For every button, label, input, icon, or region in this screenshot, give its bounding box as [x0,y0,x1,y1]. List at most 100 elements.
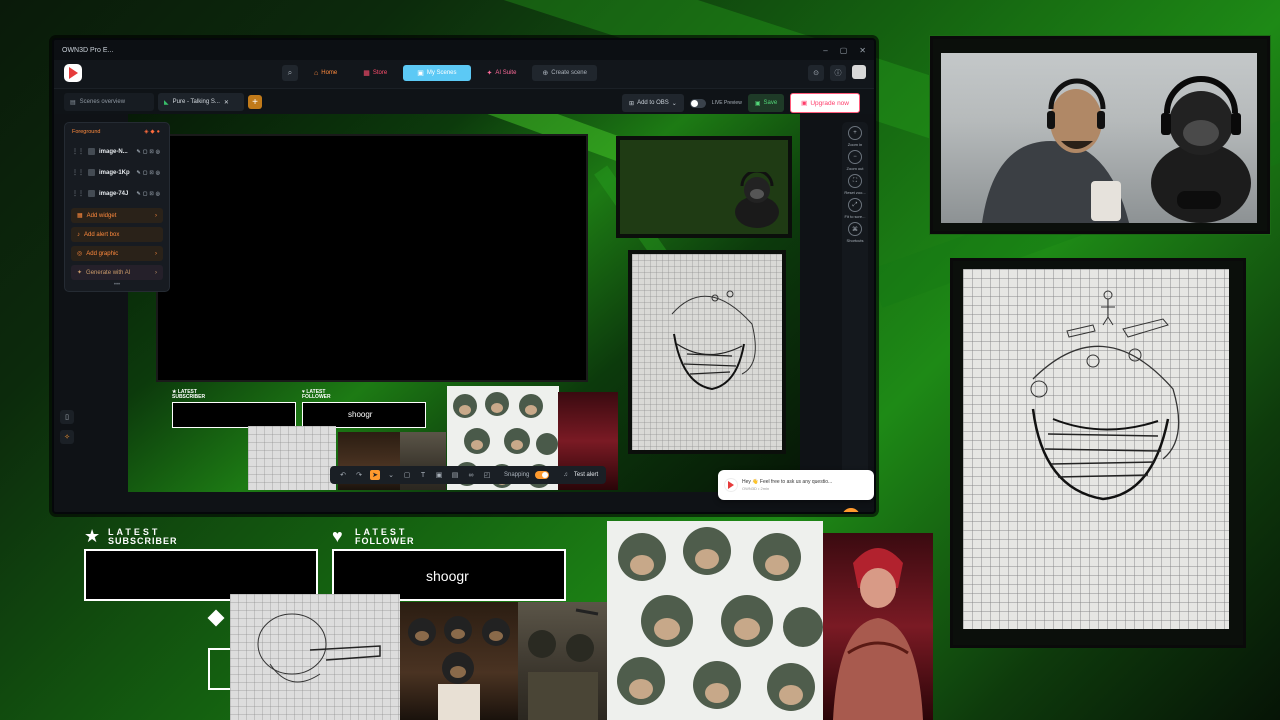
generate-with-ai-button[interactable]: ✦ Generate with AI › [71,265,163,280]
undo-icon[interactable]: ↶ [338,470,348,480]
nav-my-scenes-label: My Scenes [426,70,457,76]
chevron-down-icon[interactable]: ⌄ [386,470,396,480]
nav-ai-suite[interactable]: ✦ AI Suite [477,65,527,81]
close-button[interactable]: ✕ [859,46,866,55]
sketch-drawing [671,290,756,391]
crown-icon: ▣ [801,100,808,107]
pointer-icon[interactable]: ➤ [370,470,380,480]
home-icon: ⌂ [314,69,319,77]
help-button[interactable]: ⓘ [830,65,846,81]
chat-icon: ▢ [847,513,855,515]
webcam-frame-preview[interactable] [616,136,792,238]
layer-row[interactable]: ⋮⋮ image-1Kp ✎▢⊡◎ [65,162,169,183]
left-rail: ▯ ✧ [60,410,74,444]
zoom-out-button[interactable]: − Zoom out [846,150,864,171]
spark-button[interactable]: ✧ [60,430,74,444]
add-widget-button[interactable]: ▦ Add widget › [71,208,163,223]
sketch-frame [950,258,1246,648]
sketch-drawing [1030,290,1180,501]
image-icon [88,148,95,155]
webcam-frame [930,36,1270,234]
layer-row[interactable]: ⋮⋮ image-N... ✎▢⊡◎ [65,141,169,162]
mini-sketch-tile[interactable] [248,426,336,490]
chat-popup[interactable]: Hey 👋 Feel free to ask us any questio...… [718,470,874,500]
chat-launcher-button[interactable]: ▢ [842,508,860,515]
tab-scenes-overview[interactable]: ▤ Scenes overview [64,93,154,111]
more-icon[interactable]: ••• [65,282,169,288]
play-icon [728,481,734,489]
sketch-image-preview[interactable] [628,250,786,454]
media-icon[interactable]: ▤ [450,470,460,480]
image-icon [88,169,95,176]
layers-title: Foreground [72,129,101,135]
save-button[interactable]: ▣ Save [747,94,785,112]
bell-icon: ♫ [563,472,568,478]
mini-follower-bottom: FOLLOWER [302,394,331,400]
reset-zoom-button[interactable]: ⛶ Reset zoo... [844,174,866,195]
sparkle-icon: ✦ [77,270,83,276]
scene-canvas[interactable]: ★ LATEST SUBSCRIBER ♥ LATEST FOLLOWER shoo… [128,114,800,492]
layer-actions-icon[interactable]: ✎▢⊡◎ [137,149,162,155]
maximize-button[interactable]: ▢ [840,46,848,55]
add-alert-box-button[interactable]: ♪ Add alert box [71,227,163,242]
plus-circle-icon: ⊕ [542,70,549,77]
nav-home[interactable]: ⌂ Home [304,65,347,81]
add-tab-button[interactable]: + [248,95,262,109]
add-alert-box-label: Add alert box [84,231,120,238]
mini-subscriber-bottom: SUBSCRIBER [172,394,206,400]
streamer-image [982,78,1129,223]
link-icon[interactable]: ∞ [466,470,476,480]
layer-actions-icon[interactable]: ✎▢⊡◎ [137,170,162,176]
nav-store[interactable]: ▦ Store [353,65,397,81]
layer-actions-icon[interactable]: ✎▢⊡◎ [137,191,162,197]
shortcuts-button[interactable]: ⌘ Shortcuts [847,222,863,243]
add-to-obs-button[interactable]: ⊞ Add to OBS ⌄ [622,94,684,112]
mob-apes-image [400,602,518,720]
spark-icon: ✧ [64,434,70,441]
close-tab-icon[interactable]: ✕ [224,99,229,106]
scene-icon: ◣ [164,99,169,106]
chat-meta: OWN3D • 2min [742,486,770,491]
play-icon [68,67,78,79]
upgrade-button[interactable]: ▣ Upgrade now [790,93,860,113]
own3d-logo[interactable] [64,64,82,82]
image-icon[interactable]: ▣ [434,470,444,480]
search-button[interactable]: ⌕ [282,65,298,81]
text-icon[interactable]: T [418,470,428,480]
nav-home-label: Home [321,70,338,76]
test-alert-button[interactable]: Test alert [574,472,598,478]
main-capture-frame[interactable] [156,134,588,382]
browser-icon[interactable]: ◰ [482,470,492,480]
book-button[interactable]: ▯ [60,410,74,424]
create-scene-button[interactable]: ⊕ Create scene [532,65,597,81]
tab-current-scene[interactable]: ◣ Pure - Talking S... ✕ [158,93,244,111]
drag-handle-icon[interactable]: ⋮⋮ [72,148,84,155]
snapping-toggle[interactable] [535,471,550,479]
notifications-button[interactable]: ⊙ [808,65,824,81]
rectangle-icon[interactable]: ▢ [402,470,412,480]
drag-handle-icon[interactable]: ⋮⋮ [72,190,84,197]
zoom-out-label: Zoom out [846,166,864,171]
subscriber-title-bottom: SUBSCRIBER [108,536,178,546]
bell-icon: ⊙ [813,70,819,77]
chevron-right-icon: › [155,250,157,257]
minimize-button[interactable]: – [823,46,827,55]
mini-subscriber-title: ★ LATEST SUBSCRIBER [172,389,206,400]
avatar[interactable] [852,65,866,79]
layer-row[interactable]: ⋮⋮ image-74J ✎▢⊡◎ [65,183,169,204]
scene-tabs: ▤ Scenes overview ◣ Pure - Talking S... ✕ +… [54,88,874,115]
war-apes-image [518,602,608,720]
layer-tools-icon[interactable]: ◈◆● [144,129,162,135]
drag-handle-icon[interactable]: ⋮⋮ [72,169,84,176]
redo-icon[interactable]: ↷ [354,470,364,480]
fit-to-screen-button[interactable]: ⤢ Fit to scre... [845,198,865,219]
mob-apes-art [408,616,510,720]
sketch-tile-image [230,594,400,720]
nav-my-scenes[interactable]: ▣ My Scenes [403,65,471,81]
live-preview-toggle[interactable] [689,98,706,108]
add-graphic-label: Add graphic [86,250,119,257]
zoom-in-button[interactable]: + Zoom in [848,126,862,147]
add-graphic-button[interactable]: ◎ Add graphic › [71,246,163,261]
anime-fighter-art [833,548,923,720]
mini-subscriber-box[interactable] [172,402,296,428]
